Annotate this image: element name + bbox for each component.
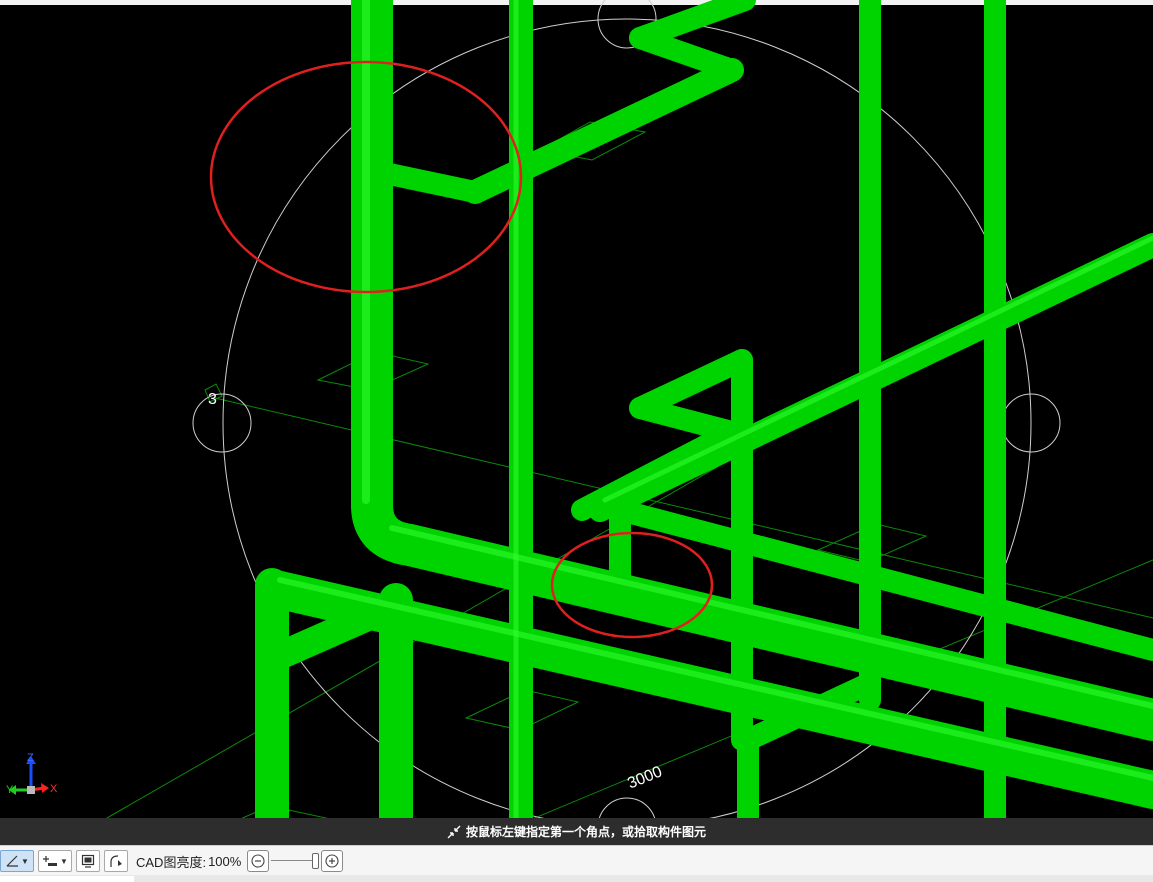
- pipe-scene[interactable]: 3 3000: [0, 0, 1153, 845]
- pick-cursor-icon: [447, 825, 461, 838]
- brightness-decrease-button[interactable]: [247, 850, 270, 872]
- horizontal-scrollbar[interactable]: [0, 875, 1153, 882]
- angle-tool-button[interactable]: ▼: [0, 850, 34, 872]
- chevron-down-icon: ▼: [21, 856, 29, 866]
- grid-number-label: 3: [208, 391, 217, 408]
- cad-brightness-value: 100%: [208, 853, 242, 869]
- display-icon: [81, 854, 95, 868]
- dimension-label: 3000: [625, 763, 664, 792]
- axis-gizmo[interactable]: Z Y X: [6, 752, 62, 802]
- plus-circle-icon: [325, 854, 339, 868]
- minus-circle-icon: [251, 854, 265, 868]
- snap-icon: [43, 856, 58, 866]
- brightness-slider[interactable]: [271, 850, 320, 872]
- command-prompt-bar: 按鼠标左键指定第一个角点，或拾取构件图元: [0, 818, 1153, 845]
- snap-tool-button[interactable]: ▼: [38, 850, 72, 872]
- command-prompt-text: 按鼠标左键指定第一个角点，或拾取构件图元: [465, 825, 706, 839]
- display-tool-button[interactable]: [76, 850, 100, 872]
- brightness-increase-button[interactable]: [321, 850, 344, 872]
- axis-y-label: Y: [6, 784, 14, 796]
- axis-x-label: X: [50, 783, 58, 795]
- cad-brightness-label: CAD图亮度:: [136, 854, 207, 870]
- chevron-down-icon: ▼: [60, 856, 68, 866]
- angle-icon: [6, 855, 19, 867]
- curve-icon: [110, 855, 122, 867]
- bottom-toolbar: ▼ ▼ CAD图亮度: 100%: [0, 845, 1153, 876]
- pipes[interactable]: [255, 0, 1153, 845]
- curve-tool-button[interactable]: [104, 850, 128, 872]
- scrollbar-thumb[interactable]: [0, 876, 134, 882]
- axis-z-label: Z: [27, 752, 34, 764]
- slider-thumb[interactable]: [312, 853, 320, 869]
- cad-3d-viewport[interactable]: 3 3000 Z Y X: [0, 0, 1153, 845]
